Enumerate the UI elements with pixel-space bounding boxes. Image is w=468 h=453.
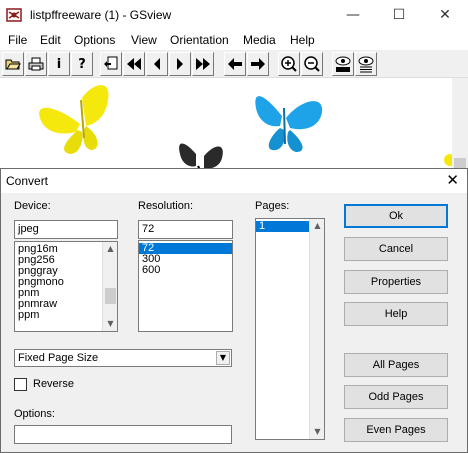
dialog-close-icon[interactable]: ✕ [446, 171, 459, 189]
title-bar: listpffreeware (1) - GSview — ☐ ✕ [0, 0, 468, 30]
dialog-title-bar: Convert ✕ [1, 169, 467, 193]
zoom-in-button[interactable] [278, 52, 300, 76]
info-icon: i [56, 56, 62, 72]
next-page-button[interactable] [169, 52, 191, 76]
view-icon [358, 56, 374, 73]
menu-options[interactable]: Options [74, 33, 115, 47]
cancel-button[interactable]: Cancel [344, 237, 448, 261]
options-input[interactable] [14, 425, 232, 444]
convert-dialog: Convert ✕ Device: jpeg png16m png256 pnggr… [0, 168, 468, 453]
resolution-list-item[interactable]: 600 [139, 265, 232, 276]
next-page-icon [177, 58, 183, 70]
menu-edit[interactable]: Edit [40, 33, 61, 47]
menu-help[interactable]: Help [290, 33, 315, 47]
info-button[interactable]: i [48, 52, 70, 76]
blue-butterfly [255, 96, 323, 152]
dialog-title: Convert [6, 174, 49, 188]
minimize-button[interactable]: — [330, 0, 376, 30]
properties-button[interactable]: Properties [344, 270, 448, 294]
device-list-scrollbar[interactable]: ▲ ▼ [102, 242, 117, 331]
close-icon: ✕ [439, 7, 451, 23]
ok-button[interactable]: Ok [344, 204, 448, 228]
pages-label: Pages: [255, 200, 290, 212]
device-label: Device: [14, 200, 51, 212]
back-icon [228, 58, 242, 70]
help-button[interactable]: Help [344, 302, 448, 326]
page-size-value: Fixed Page Size [18, 352, 99, 364]
view-button[interactable] [355, 52, 377, 76]
yellow-dot [444, 154, 452, 166]
goto-page-icon [104, 56, 118, 70]
help-button[interactable]: ? [71, 52, 93, 76]
zoom-in-icon [281, 56, 297, 72]
print-button[interactable] [25, 52, 47, 76]
zoom-out-button[interactable] [301, 52, 323, 76]
device-input[interactable]: jpeg [14, 220, 118, 239]
yellow-butterfly [39, 85, 109, 154]
print-icon [28, 57, 44, 71]
resolution-label: Resolution: [138, 200, 194, 212]
scroll-down-icon[interactable]: ▼ [103, 317, 117, 331]
reverse-label: Reverse [33, 378, 74, 390]
even-pages-button[interactable]: Even Pages [344, 418, 448, 442]
menu-media[interactable]: Media [243, 33, 276, 47]
reverse-checkbox[interactable] [14, 378, 27, 391]
all-pages-button[interactable]: All Pages [344, 353, 448, 377]
forward-button[interactable] [247, 52, 269, 76]
resolution-list[interactable]: 72 300 600 [138, 240, 233, 332]
dropdown-arrow-icon[interactable]: ▼ [216, 351, 230, 365]
prev-page-button[interactable] [146, 52, 168, 76]
view-text-button[interactable] [332, 52, 354, 76]
prev-page-icon [154, 58, 160, 70]
zoom-out-icon [304, 56, 320, 72]
scroll-down-icon[interactable]: ▼ [310, 425, 324, 439]
menu-orientation[interactable]: Orientation [170, 33, 229, 47]
last-page-icon [196, 58, 210, 70]
menu-bar: File Edit Options View Orientation Media… [0, 30, 468, 50]
maximize-icon: ☐ [392, 7, 406, 23]
window-title: listpffreeware (1) - GSview [30, 8, 172, 22]
pages-list[interactable]: 1 ▲ ▼ [255, 218, 325, 440]
menu-file[interactable]: File [8, 33, 27, 47]
scroll-up-icon[interactable]: ▲ [103, 242, 117, 256]
options-label: Options: [14, 408, 55, 420]
open-button[interactable] [2, 52, 24, 76]
help-icon: ? [78, 56, 86, 72]
forward-icon [251, 58, 265, 70]
pages-list-scrollbar[interactable]: ▲ ▼ [309, 219, 324, 439]
device-list-scroll-thumb[interactable] [105, 288, 116, 304]
maximize-button[interactable]: ☐ [376, 0, 422, 30]
scroll-up-icon[interactable]: ▲ [310, 219, 324, 233]
minimize-icon: — [346, 7, 360, 23]
menu-view[interactable]: View [131, 33, 157, 47]
odd-pages-button[interactable]: Odd Pages [344, 385, 448, 409]
page-size-select[interactable]: Fixed Page Size ▼ [14, 349, 232, 367]
resolution-input[interactable]: 72 [138, 220, 233, 239]
dark-butterfly [179, 143, 223, 171]
first-page-button[interactable] [123, 52, 145, 76]
view-text-icon [335, 56, 351, 72]
open-icon [5, 59, 21, 70]
close-button[interactable]: ✕ [422, 0, 468, 30]
device-list[interactable]: png16m png256 pnggray pngmono pnm pnmraw ppm ▲… [14, 241, 118, 332]
last-page-button[interactable] [192, 52, 214, 76]
back-button[interactable] [224, 52, 246, 76]
gsview-app-icon[interactable] [6, 7, 22, 23]
first-page-icon [127, 58, 141, 70]
goto-page-button[interactable] [100, 52, 122, 76]
toolbar: i ? [0, 50, 468, 78]
